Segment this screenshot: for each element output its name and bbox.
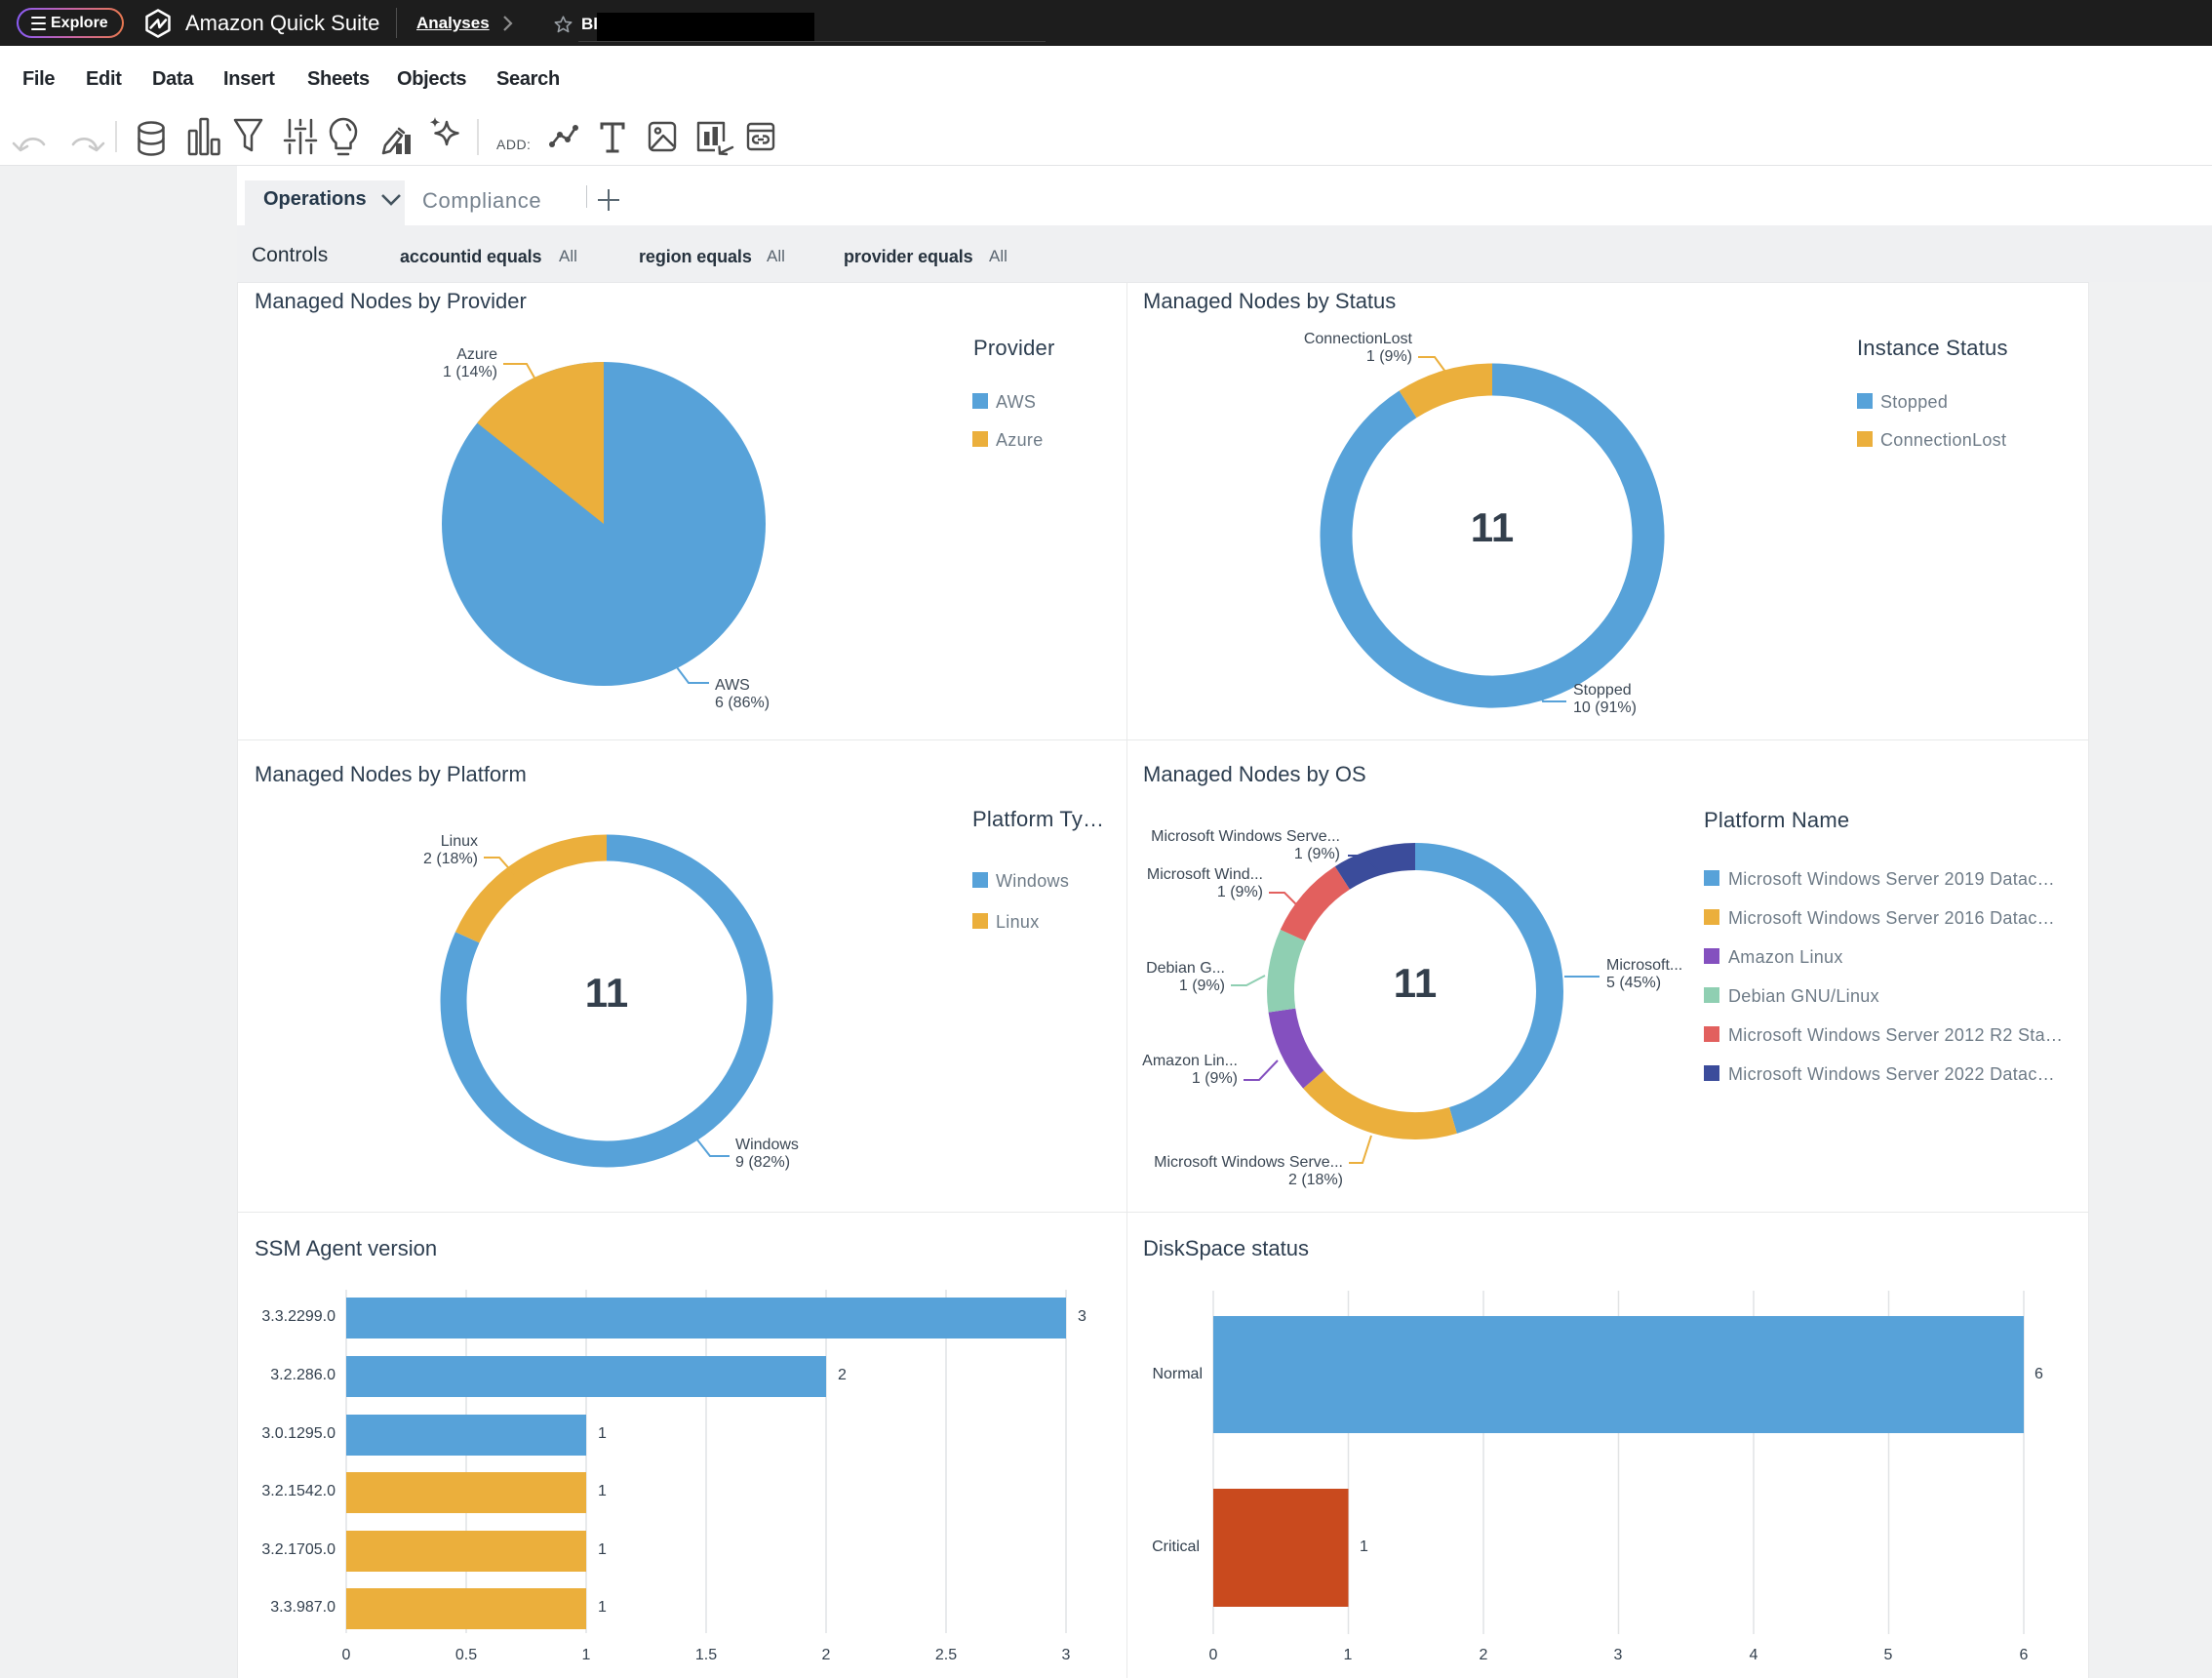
svg-text:ADD:: ADD: <box>496 137 531 152</box>
